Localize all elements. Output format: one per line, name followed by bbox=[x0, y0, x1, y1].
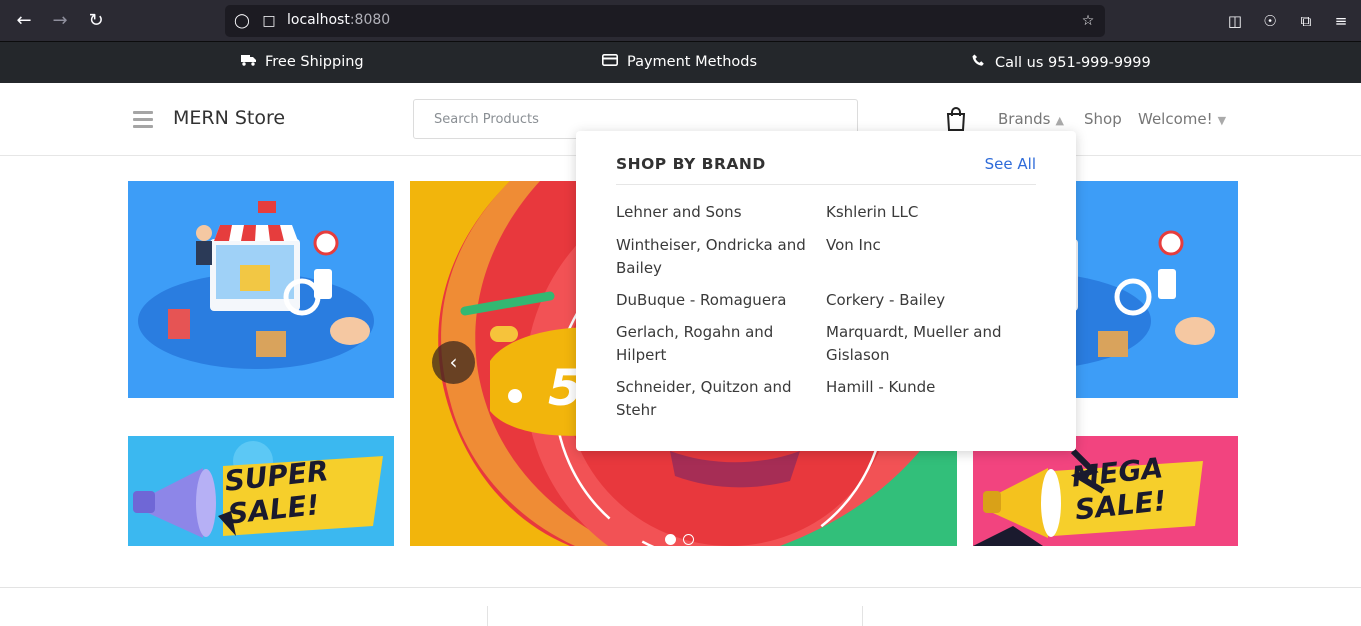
call-us: Call us 951-999-9999 bbox=[970, 54, 1151, 71]
brand-link[interactable]: Hamill - Kunde bbox=[826, 376, 1031, 399]
payment-methods-label: Payment Methods bbox=[627, 54, 758, 70]
chevron-down-icon: ▼ bbox=[1217, 114, 1227, 127]
chevron-up-icon: ▲ bbox=[1055, 114, 1064, 127]
store-logo[interactable]: MERN Store bbox=[173, 107, 285, 129]
info-bar: Free Shipping Payment Methods Call us 95… bbox=[0, 42, 1361, 83]
welcome-nav[interactable]: Welcome! ▼ bbox=[1138, 110, 1226, 128]
brand-link[interactable]: Schneider, Quitzon and Stehr bbox=[616, 376, 821, 422]
extensions-icon[interactable]: ⧉ bbox=[1295, 10, 1317, 32]
back-icon[interactable]: ← bbox=[12, 9, 36, 33]
url-text[interactable]: localhost:8080 bbox=[287, 12, 390, 28]
brand-link[interactable]: DuBuque - Romaguera bbox=[616, 289, 821, 312]
carousel-dot-1[interactable] bbox=[665, 534, 676, 545]
dropdown-title: SHOP BY BRAND bbox=[616, 155, 766, 173]
shop-nav[interactable]: Shop bbox=[1084, 110, 1122, 128]
banner-super-sale[interactable]: SUPER SALE! bbox=[128, 436, 394, 546]
banner-mega-sale[interactable]: MEGA SALE! bbox=[973, 436, 1238, 546]
column-divider bbox=[487, 606, 488, 626]
brand-link[interactable]: Marquardt, Mueller and Gislason bbox=[826, 321, 1031, 367]
free-shipping: Free Shipping bbox=[240, 54, 364, 70]
bookmark-star-icon[interactable]: ☆ bbox=[1079, 12, 1097, 30]
credit-card-icon bbox=[602, 54, 618, 70]
payment-methods: Payment Methods bbox=[602, 54, 757, 70]
address-bar[interactable]: ◯ □ localhost:8080 ☆ bbox=[225, 5, 1105, 37]
dropdown-divider bbox=[616, 184, 1036, 185]
hamburger-menu-icon[interactable] bbox=[133, 111, 153, 128]
browser-toolbar: ← → ↻ ◯ □ localhost:8080 ☆ ◫ ☉ ⧉ ≡ bbox=[0, 0, 1361, 42]
shield-icon[interactable]: ◯ bbox=[233, 12, 251, 30]
shopping-bag-icon[interactable] bbox=[946, 107, 966, 131]
section-divider bbox=[0, 587, 1361, 588]
reload-icon[interactable]: ↻ bbox=[84, 9, 108, 33]
url-host: localhost bbox=[287, 12, 350, 28]
call-us-label: Call us 951-999-9999 bbox=[995, 54, 1151, 71]
brand-link[interactable]: Von Inc bbox=[826, 234, 1031, 257]
brand-link[interactable]: Wintheiser, Ondricka and Bailey bbox=[616, 234, 821, 280]
brands-nav-label: Brands bbox=[998, 110, 1051, 128]
brand-link[interactable]: Corkery - Bailey bbox=[826, 289, 1031, 312]
welcome-nav-label: Welcome! bbox=[1138, 110, 1213, 128]
brands-dropdown: SHOP BY BRAND See All Lehner and Sons Ks… bbox=[576, 131, 1076, 451]
truck-icon bbox=[240, 54, 256, 70]
banner-shopping-illustration-left[interactable] bbox=[128, 181, 394, 398]
brands-nav[interactable]: Brands ▲ bbox=[998, 110, 1064, 128]
column-divider bbox=[862, 606, 863, 626]
url-port: :8080 bbox=[349, 12, 391, 28]
account-icon[interactable]: ☉ bbox=[1259, 10, 1281, 32]
brand-link[interactable]: Kshlerin LLC bbox=[826, 201, 1031, 224]
forward-icon[interactable]: → bbox=[48, 9, 72, 33]
see-all-link[interactable]: See All bbox=[985, 155, 1036, 173]
free-shipping-label: Free Shipping bbox=[265, 54, 364, 70]
carousel-prev-button[interactable]: ‹ bbox=[432, 341, 475, 384]
menu-icon[interactable]: ≡ bbox=[1330, 10, 1352, 32]
brand-link[interactable]: Gerlach, Rogahn and Hilpert bbox=[616, 321, 821, 367]
phone-icon bbox=[970, 54, 986, 71]
page-icon: □ bbox=[262, 13, 276, 29]
brand-link[interactable]: Lehner and Sons bbox=[616, 201, 821, 224]
carousel-dot-2[interactable] bbox=[683, 534, 694, 545]
pocket-icon[interactable]: ◫ bbox=[1224, 10, 1246, 32]
